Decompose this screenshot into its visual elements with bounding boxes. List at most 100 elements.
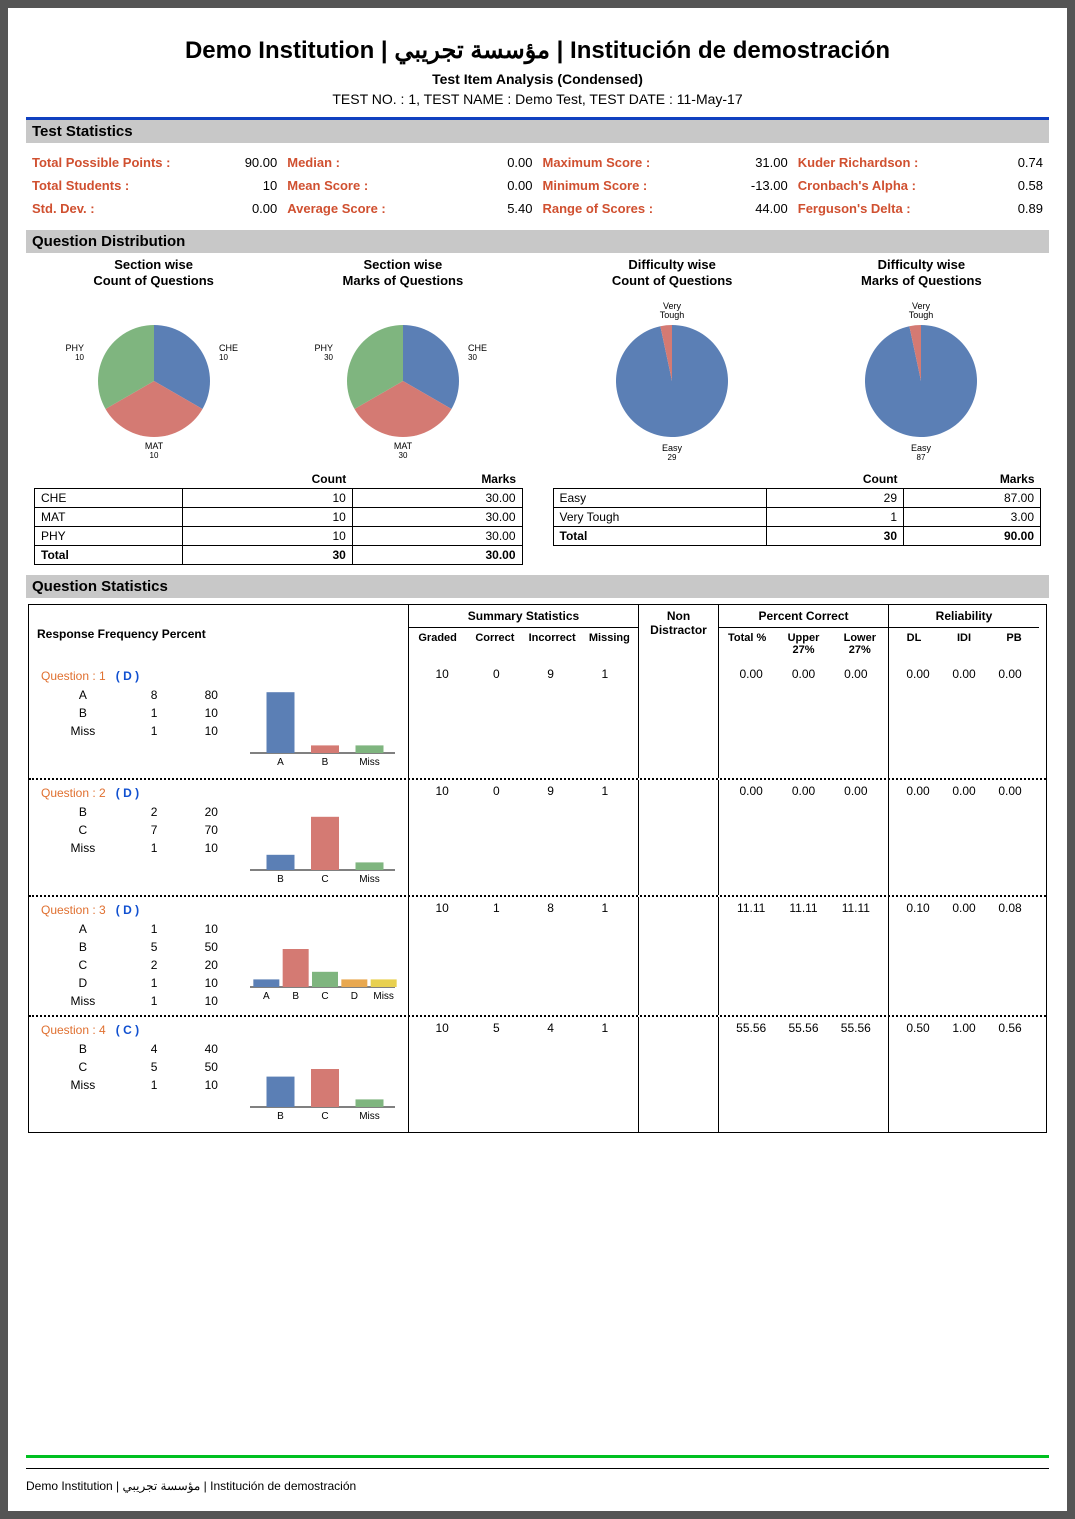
report-meta: TEST NO. : 1, TEST NAME : Demo Test, TES… (26, 91, 1049, 107)
question-label: Question : 4 (41, 1023, 106, 1037)
svg-text:Miss: Miss (359, 757, 380, 768)
stat-value: 0.00 (252, 201, 277, 216)
svg-text:Miss: Miss (373, 991, 394, 1002)
val-idi: 1.00 (941, 1021, 987, 1128)
svg-text:PHY: PHY (314, 343, 333, 353)
stat-label: Ferguson's Delta : (798, 201, 911, 216)
question-label: Question : 3 (41, 903, 106, 917)
val-incorrect: 8 (524, 901, 578, 1011)
val-dl: 0.50 (895, 1021, 941, 1128)
response-row: A110 (37, 921, 243, 937)
col-reliability: Reliability (889, 605, 1039, 628)
val-graded: 10 (415, 1021, 469, 1128)
table-row: CHE1030.00 (35, 489, 523, 508)
question-label: Question : 2 (41, 786, 106, 800)
svg-text:30: 30 (398, 451, 407, 460)
val-lower: 11.11 (830, 901, 882, 1011)
table-row: MAT1030.00 (35, 508, 523, 527)
stat-value: 0.58 (1018, 178, 1043, 193)
response-row: B440 (37, 1041, 243, 1057)
val-idi: 0.00 (941, 901, 987, 1011)
val-incorrect: 4 (524, 1021, 578, 1128)
response-bar-chart: BCMiss (245, 1025, 400, 1125)
question-row: Question : 2 ( D )B220C770Miss110BCMiss1… (29, 778, 1046, 895)
response-row: Miss110 (37, 993, 243, 1009)
col-total-pct: Total % (719, 628, 775, 660)
svg-text:10: 10 (219, 353, 228, 362)
stat-label: Kuder Richardson : (798, 155, 919, 170)
stat-value: 0.00 (507, 155, 532, 170)
val-nondistractor (639, 663, 719, 778)
question-row: Question : 3 ( D )A110B550C220D110Miss11… (29, 895, 1046, 1015)
distribution-panel: Section wiseCount of Questions CHE10MAT1… (26, 253, 1049, 575)
page-footer: Demo Institution | مؤسسة تجريبي | Instit… (26, 1449, 1049, 1493)
svg-text:Easy: Easy (662, 443, 683, 453)
stat-value: 0.00 (507, 178, 532, 193)
val-upper: 0.00 (777, 784, 829, 891)
stat-label: Median : (287, 155, 340, 170)
response-row: C220 (37, 957, 243, 973)
stat-label: Total Students : (32, 178, 129, 193)
val-lower: 55.56 (830, 1021, 882, 1128)
svg-text:10: 10 (149, 451, 158, 460)
response-row: B550 (37, 939, 243, 955)
val-nondistractor (639, 1017, 719, 1132)
val-nondistractor (639, 897, 719, 1015)
stat-value: -13.00 (751, 178, 788, 193)
svg-text:29: 29 (668, 453, 677, 461)
difficulty-table: CountMarksEasy2987.00Very Tough13.00Tota… (553, 470, 1042, 546)
response-row: Miss110 (37, 723, 243, 739)
svg-text:B: B (277, 874, 284, 885)
stat-label: Mean Score : (287, 178, 368, 193)
pie-title: Difficulty wiseCount of Questions (553, 257, 792, 291)
col-graded: Graded (409, 628, 466, 648)
footer-text: Demo Institution | مؤسسة تجريبي | Instit… (26, 1479, 356, 1493)
val-dl: 0.10 (895, 901, 941, 1011)
svg-text:MAT: MAT (394, 441, 413, 451)
divider (26, 1468, 1049, 1469)
answer-key: ( D ) (116, 669, 139, 683)
table-row: Very Tough13.00 (553, 508, 1041, 527)
svg-text:CHE: CHE (468, 343, 487, 353)
pie-title: Difficulty wiseMarks of Questions (802, 257, 1041, 291)
svg-text:30: 30 (468, 353, 477, 362)
svg-text:Miss: Miss (359, 874, 380, 885)
val-pb: 0.08 (987, 901, 1033, 1011)
val-total-pct: 11.11 (725, 901, 777, 1011)
svg-text:10: 10 (75, 353, 84, 362)
val-lower: 0.00 (830, 667, 882, 774)
svg-text:Tough: Tough (909, 310, 934, 320)
section-question-distribution: Question Distribution (26, 230, 1049, 253)
report-page: Demo Institution | مؤسسة تجريبي | Instit… (8, 8, 1067, 1511)
stat-value: 31.00 (755, 155, 788, 170)
col-summary: Summary Statistics (409, 605, 638, 628)
val-idi: 0.00 (941, 784, 987, 891)
col-pb: PB (989, 628, 1039, 648)
response-row: B220 (37, 804, 243, 820)
val-correct: 0 (469, 667, 523, 774)
val-upper: 11.11 (777, 901, 829, 1011)
response-row: A880 (37, 687, 243, 703)
val-incorrect: 9 (524, 667, 578, 774)
val-nondistractor (639, 780, 719, 895)
val-upper: 0.00 (777, 667, 829, 774)
val-pb: 0.56 (987, 1021, 1033, 1128)
col-nondistractor: NonDistractor (639, 605, 718, 641)
val-total-pct: 0.00 (725, 784, 777, 891)
val-missing: 1 (578, 667, 632, 774)
val-correct: 0 (469, 784, 523, 891)
stat-value: 10 (263, 178, 277, 193)
val-graded: 10 (415, 784, 469, 891)
svg-text:87: 87 (917, 453, 926, 461)
answer-key: ( D ) (116, 786, 139, 800)
stat-label: Cronbach's Alpha : (798, 178, 916, 193)
val-missing: 1 (578, 1021, 632, 1128)
stat-label: Range of Scores : (543, 201, 654, 216)
svg-text:A: A (263, 991, 270, 1002)
pie-section-marks: CHE30MAT30PHY30 (313, 291, 493, 461)
val-upper: 55.56 (777, 1021, 829, 1128)
response-row: C770 (37, 822, 243, 838)
section-table: CountMarksCHE1030.00MAT1030.00PHY1030.00… (34, 470, 523, 565)
report-subtitle: Test Item Analysis (Condensed) (26, 71, 1049, 87)
val-graded: 10 (415, 901, 469, 1011)
